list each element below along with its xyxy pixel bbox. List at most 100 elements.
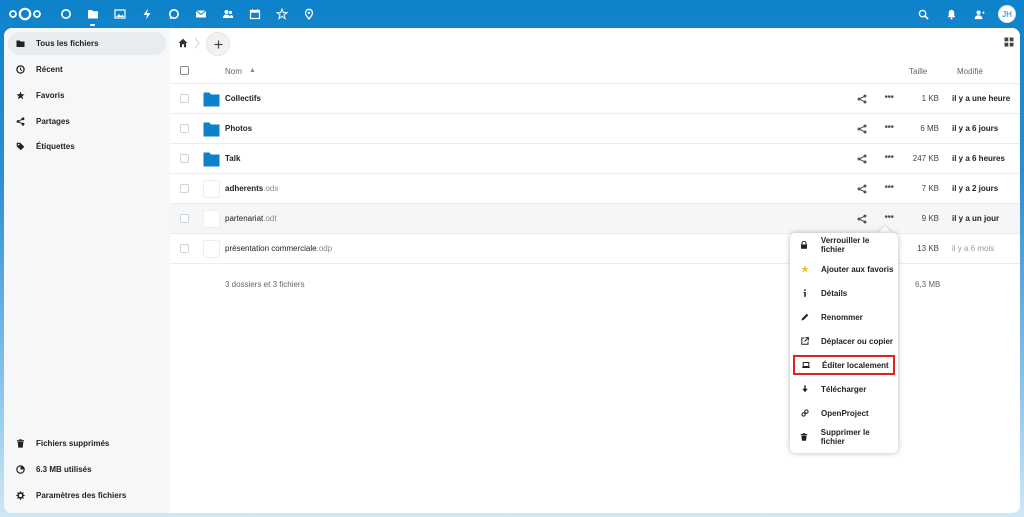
home-icon[interactable]	[178, 38, 188, 48]
star-icon	[16, 91, 25, 100]
row-checkbox[interactable]	[180, 124, 189, 133]
menu-item-details[interactable]: Détails	[794, 283, 894, 303]
dashboard-icon[interactable]	[52, 0, 79, 28]
trash-icon	[800, 433, 809, 442]
table-row-active[interactable]: partenariat.odt ••• 9 KB il y a un jour	[170, 204, 1020, 234]
share-icon[interactable]	[857, 154, 867, 164]
column-header-size[interactable]: Taille	[909, 67, 927, 76]
menu-item-lock[interactable]: Verrouiller le fichier	[794, 235, 894, 255]
nav-label: Tous les fichiers	[36, 39, 99, 48]
file-name[interactable]: Collectifs	[225, 94, 261, 103]
contacts-icon[interactable]	[214, 0, 241, 28]
nav-label: Paramètres des fichiers	[36, 491, 127, 500]
menu-item-add-favorite[interactable]: Ajouter aux favoris	[794, 259, 894, 279]
pie-chart-icon	[16, 465, 25, 474]
top-bar: JH	[0, 0, 1024, 28]
file-modified: il y a 6 mois	[952, 244, 995, 253]
file-name[interactable]: Talk	[225, 154, 240, 163]
menu-item-label: Déplacer ou copier	[821, 336, 894, 346]
file-name[interactable]: présentation commerciale.odp	[225, 244, 332, 253]
nav-label: Fichiers supprimés	[36, 439, 110, 448]
table-row[interactable]: Collectifs ••• 1 KB il y a une heure	[170, 84, 1020, 114]
more-actions-icon[interactable]: •••	[883, 153, 895, 165]
menu-item-label: Détails	[821, 288, 848, 298]
more-actions-icon[interactable]: •••	[883, 183, 895, 195]
file-size: 1 KB	[921, 94, 939, 103]
notifications-bell-icon[interactable]	[940, 0, 962, 28]
photos-icon[interactable]	[106, 0, 133, 28]
file-thumbnail	[203, 210, 220, 228]
nav-recent[interactable]: Récent	[8, 58, 166, 81]
gear-icon	[16, 491, 25, 500]
nav-deleted-files[interactable]: Fichiers supprimés	[8, 432, 166, 455]
menu-item-rename[interactable]: Renommer	[794, 307, 894, 327]
column-header-name[interactable]: Nom	[225, 67, 242, 76]
nav-favorites[interactable]: Favoris	[8, 84, 166, 107]
lock-icon	[800, 241, 809, 250]
folder-icon	[203, 122, 220, 137]
row-checkbox[interactable]	[180, 94, 189, 103]
openproject-icon[interactable]	[268, 0, 295, 28]
info-icon	[800, 289, 809, 298]
nav-all-files[interactable]: Tous les fichiers	[8, 32, 166, 55]
select-all-checkbox[interactable]	[180, 66, 189, 75]
menu-item-label: Télécharger	[821, 384, 867, 394]
file-modified: il y a 6 heures	[952, 154, 1005, 163]
file-name[interactable]: Photos	[225, 124, 252, 133]
menu-item-edit-locally[interactable]: Éditer localement	[793, 355, 895, 375]
share-icon[interactable]	[857, 184, 867, 194]
more-actions-icon[interactable]: •••	[883, 123, 895, 135]
mail-icon[interactable]	[187, 0, 214, 28]
nav-label: Récent	[36, 65, 63, 74]
nav-storage-usage[interactable]: 6.3 MB utilisés	[8, 458, 166, 481]
sort-ascending-icon[interactable]: ▲	[249, 67, 256, 74]
share-icon[interactable]	[857, 124, 867, 134]
talk-icon[interactable]	[160, 0, 187, 28]
maps-icon[interactable]	[295, 0, 322, 28]
nav-label: Partages	[36, 117, 70, 126]
activity-icon[interactable]	[133, 0, 160, 28]
menu-item-move-copy[interactable]: Déplacer ou copier	[794, 331, 894, 351]
contacts-menu-icon[interactable]	[968, 0, 990, 28]
more-actions-icon[interactable]: •••	[883, 213, 895, 225]
nav-tags[interactable]: Étiquettes	[8, 135, 166, 158]
table-row[interactable]: Talk ••• 247 KB il y a 6 heures	[170, 144, 1020, 174]
file-name[interactable]: partenariat.odt	[225, 214, 277, 223]
share-icon[interactable]	[857, 94, 867, 104]
column-header-modified[interactable]: Modifié	[957, 67, 983, 76]
menu-item-label: Verrouiller le fichier	[820, 236, 870, 254]
tag-icon	[16, 142, 25, 151]
nav-files-settings[interactable]: Paramètres des fichiers	[8, 484, 166, 507]
plus-icon	[213, 39, 223, 49]
file-actions-menu: Verrouiller le fichier Ajouter aux favor…	[790, 233, 898, 453]
table-row[interactable]: adherents.ods ••• 7 KB il y a 2 jours	[170, 174, 1020, 204]
more-actions-icon[interactable]: •••	[883, 93, 895, 105]
user-avatar[interactable]: JH	[998, 5, 1016, 23]
search-icon[interactable]	[912, 0, 934, 28]
file-name[interactable]: adherents.ods	[225, 184, 278, 193]
files-summary-size: 6,3 MB	[915, 280, 941, 289]
download-icon	[800, 385, 809, 394]
share-icon[interactable]	[857, 214, 867, 224]
files-icon[interactable]	[79, 0, 106, 28]
star-icon	[800, 265, 809, 274]
new-file-button[interactable]	[206, 32, 230, 56]
row-checkbox[interactable]	[180, 214, 189, 223]
menu-item-delete-file[interactable]: Supprimer le fichier	[794, 427, 894, 447]
file-thumbnail	[203, 240, 220, 258]
row-checkbox[interactable]	[180, 154, 189, 163]
grid-view-toggle-icon[interactable]	[1004, 37, 1014, 47]
file-size: 13 KB	[917, 244, 939, 253]
nextcloud-logo[interactable]	[8, 7, 42, 21]
row-checkbox[interactable]	[180, 184, 189, 193]
table-header: Nom ▲ Taille Modifié	[170, 58, 1020, 84]
file-modified: il y a 2 jours	[952, 184, 999, 193]
menu-item-openproject[interactable]: OpenProject	[794, 403, 894, 423]
row-checkbox[interactable]	[180, 244, 189, 253]
nav-shares[interactable]: Partages	[8, 110, 166, 133]
file-size: 6 MB	[920, 124, 939, 133]
calendar-icon[interactable]	[241, 0, 268, 28]
app-navigation: Tous les fichiers Récent Favoris Partage…	[4, 28, 170, 513]
table-row[interactable]: Photos ••• 6 MB il y a 6 jours	[170, 114, 1020, 144]
menu-item-download[interactable]: Télécharger	[794, 379, 894, 399]
